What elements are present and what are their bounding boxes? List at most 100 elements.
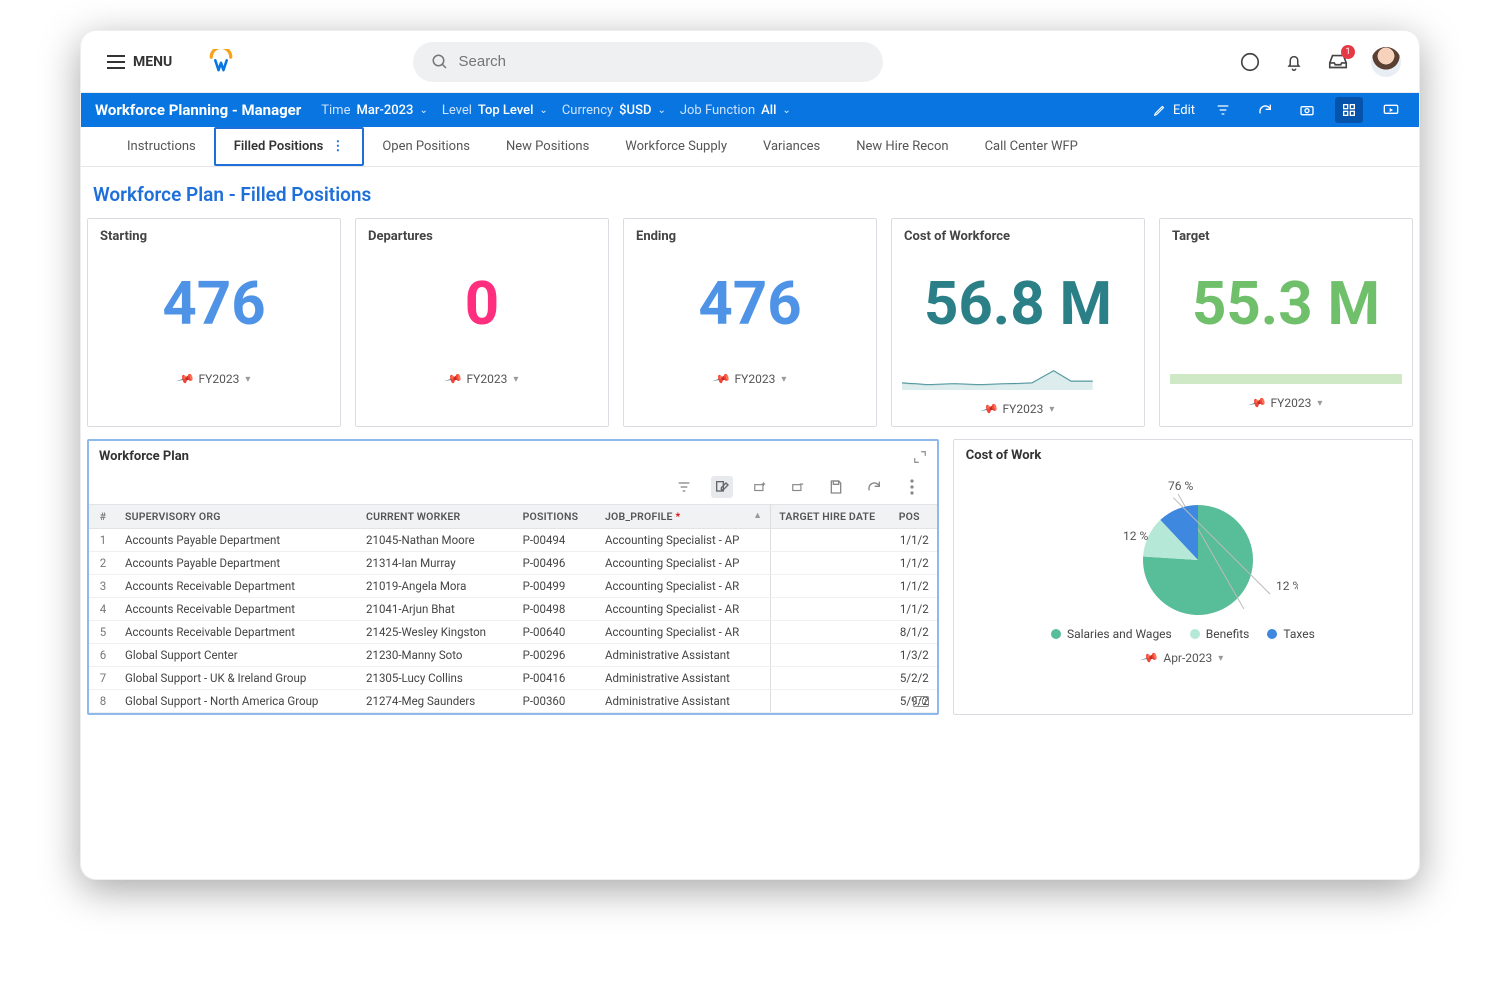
chevron-down-icon: ▾ <box>781 374 786 385</box>
kpi-card-target: Target55.3 M 📌FY2023▾ <box>1159 218 1413 427</box>
notifications-icon[interactable] <box>1283 51 1305 73</box>
tab-more-icon[interactable]: ⋮ <box>331 139 344 154</box>
kpi-footer[interactable]: 📌FY2023▾ <box>1160 388 1412 420</box>
chat-icon[interactable] <box>1239 51 1261 73</box>
tab-open-positions[interactable]: Open Positions <box>364 127 488 166</box>
tab-workforce-supply[interactable]: Workforce Supply <box>607 127 745 166</box>
workforce-plan-table[interactable]: #SUPERVISORY ORGCURRENT WORKERPOSITIONSJ… <box>89 504 937 713</box>
column-current-worker[interactable]: CURRENT WORKER <box>358 505 515 529</box>
inbox-icon[interactable]: 1 <box>1327 51 1349 73</box>
param-job-function[interactable]: Job FunctionAll⌄ <box>680 103 791 118</box>
column-supervisory-org[interactable]: SUPERVISORY ORG <box>117 505 358 529</box>
kpi-card-cost-of-workforce: Cost of Workforce56.8 M📌FY2023▾ <box>891 218 1145 427</box>
grid-view-icon[interactable] <box>1335 97 1363 123</box>
kpi-value: 476 <box>624 254 876 364</box>
legend-item[interactable]: Benefits <box>1190 627 1250 641</box>
param-level[interactable]: LevelTop Level⌄ <box>442 103 548 118</box>
control-params: TimeMar-2023⌄ LevelTop Level⌄ Currency$USD… <box>321 103 791 118</box>
chevron-down-icon: ▾ <box>245 374 250 385</box>
user-avatar[interactable] <box>1371 47 1401 77</box>
cost-of-work-panel: Cost of Work 76 %12 %12 % Salaries and W… <box>953 439 1413 715</box>
legend-item[interactable]: Salaries and Wages <box>1051 627 1172 641</box>
kpi-value: 55.3 M <box>1160 254 1412 364</box>
chevron-down-icon: ⌄ <box>539 105 547 116</box>
control-bar: Workforce Planning - Manager TimeMar-202… <box>81 93 1419 127</box>
pie-chart-svg: 76 %12 %12 % <box>1068 475 1298 625</box>
kpi-title: Target <box>1160 219 1412 254</box>
column--[interactable]: # <box>89 505 117 529</box>
table-row[interactable]: 3Accounts Receivable Department21019-Ang… <box>89 575 937 598</box>
filter-icon[interactable] <box>1209 97 1237 123</box>
tabs: InstructionsFilled Positions⋮Open Positi… <box>81 127 1419 167</box>
menu-button[interactable]: MENU <box>99 48 180 76</box>
tab-variances[interactable]: Variances <box>745 127 838 166</box>
edit-button[interactable]: Edit <box>1153 103 1195 118</box>
chevron-down-icon: ⌄ <box>419 105 427 116</box>
edit-label: Edit <box>1173 103 1195 118</box>
tab-instructions[interactable]: Instructions <box>109 127 214 166</box>
global-search[interactable] <box>413 42 883 82</box>
table-row[interactable]: 5Accounts Receivable Department21425-Wes… <box>89 621 937 644</box>
table-row[interactable]: 7Global Support - UK & Ireland Group2130… <box>89 667 937 690</box>
grid-more-icon[interactable] <box>901 476 923 498</box>
lower-row: Workforce Plan #SUPERVISORY ORGCURRENT W… <box>87 439 1413 715</box>
pie-footer-label: Apr-2023 <box>1163 651 1212 665</box>
table-row[interactable]: 6Global Support Center21230-Manny SotoP-… <box>89 644 937 667</box>
search-input[interactable] <box>459 53 865 70</box>
column-pos[interactable]: POS <box>891 505 937 529</box>
topbar-actions: 1 <box>1239 47 1401 77</box>
pencil-icon <box>1153 103 1167 117</box>
kpi-card-ending: Ending476📌FY2023▾ <box>623 218 877 427</box>
param-currency[interactable]: Currency$USD⌄ <box>562 103 666 118</box>
param-time[interactable]: TimeMar-2023⌄ <box>321 103 428 118</box>
table-row[interactable]: 8Global Support - North America Group212… <box>89 690 937 713</box>
grid-save-icon[interactable] <box>825 476 847 498</box>
legend-swatch <box>1267 629 1277 639</box>
pin-icon: 📌 <box>979 399 999 419</box>
pie-label: 12 % <box>1276 579 1298 593</box>
table-row[interactable]: 1Accounts Payable Department21045-Nathan… <box>89 529 937 552</box>
pie-footer[interactable]: 📌 Apr-2023 ▾ <box>954 645 1412 673</box>
grid-insert-icon[interactable] <box>749 476 771 498</box>
kpi-footer[interactable]: 📌FY2023▾ <box>892 394 1144 426</box>
kpi-value: 56.8 M <box>892 254 1144 364</box>
grid-filter-icon[interactable] <box>673 476 695 498</box>
kpi-title: Starting <box>88 219 340 254</box>
table-row[interactable]: 4Accounts Receivable Department21041-Arj… <box>89 598 937 621</box>
column-positions[interactable]: POSITIONS <box>515 505 597 529</box>
chevron-down-icon: ⌄ <box>782 105 790 116</box>
grid-refresh-icon[interactable] <box>863 476 885 498</box>
tab-filled-positions[interactable]: Filled Positions⋮ <box>214 127 365 166</box>
kpi-footer[interactable]: 📌FY2023▾ <box>624 364 876 396</box>
column-job-profile[interactable]: JOB_PROFILE * ▲ <box>597 505 771 529</box>
kpi-footer[interactable]: 📌FY2023▾ <box>356 364 608 396</box>
refresh-icon[interactable] <box>1251 97 1279 123</box>
table-row[interactable]: 2Accounts Payable Department21314-Ian Mu… <box>89 552 937 575</box>
grid-edit-icon[interactable] <box>711 476 733 498</box>
content: Workforce Plan - Filled Positions Starti… <box>81 167 1419 725</box>
inbox-badge: 1 <box>1341 45 1355 59</box>
workday-logo[interactable] <box>208 49 234 75</box>
kpi-card-starting: Starting476📌FY2023▾ <box>87 218 341 427</box>
keyboard-icon[interactable] <box>913 696 929 707</box>
legend-swatch <box>1190 629 1200 639</box>
chevron-down-icon: ▾ <box>1218 653 1223 664</box>
grid-toolbar <box>89 472 937 504</box>
pin-icon: 📌 <box>1247 393 1267 413</box>
kpi-title: Departures <box>356 219 608 254</box>
column-target-hire-date[interactable]: TARGET HIRE DATE <box>771 505 891 529</box>
pie-label: 76 % <box>1168 479 1193 493</box>
topbar: MENU 1 <box>81 31 1419 93</box>
legend-item[interactable]: Taxes <box>1267 627 1314 641</box>
kpi-footer[interactable]: 📌FY2023▾ <box>88 364 340 396</box>
page-context-title: Workforce Planning - Manager <box>95 101 301 119</box>
snapshot-icon[interactable] <box>1293 97 1321 123</box>
present-icon[interactable] <box>1377 97 1405 123</box>
grid-delete-icon[interactable] <box>787 476 809 498</box>
tab-new-positions[interactable]: New Positions <box>488 127 607 166</box>
expand-icon[interactable] <box>913 450 927 464</box>
tab-call-center-wfp[interactable]: Call Center WFP <box>967 127 1096 166</box>
tab-new-hire-recon[interactable]: New Hire Recon <box>838 127 966 166</box>
chevron-down-icon: ⌄ <box>657 105 665 116</box>
search-icon <box>431 53 449 71</box>
